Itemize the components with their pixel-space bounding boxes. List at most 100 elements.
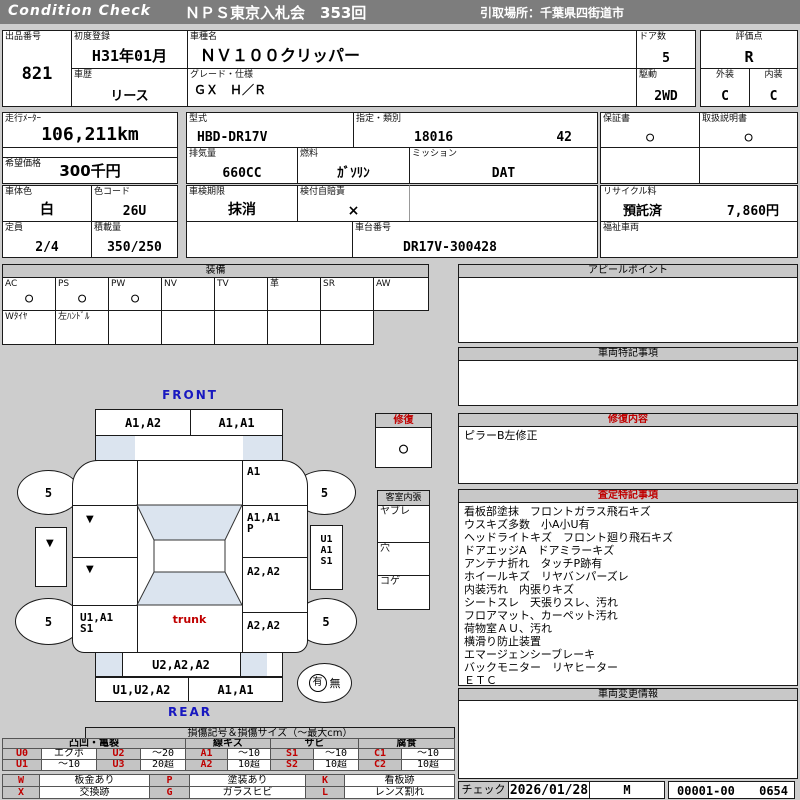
color-code-value: 26U — [92, 204, 177, 219]
front-glass-corner-right — [243, 436, 282, 460]
lot-number-cell: 出品番号 821 — [2, 30, 72, 107]
score-value: R — [701, 48, 797, 66]
interior-grade-label: 内装 — [750, 70, 797, 80]
grade-value: ＧＸ Ｈ／Ｒ — [194, 81, 636, 98]
first-registration-cell: 初度登録 H31年01月 — [71, 30, 188, 69]
legend-desc-cell: ガラスヒビ — [189, 786, 306, 799]
manual-label: 取扱説明書 — [702, 114, 747, 124]
equipment-title: 装備 — [2, 264, 429, 278]
equipment2-label: 左ﾊﾝﾄﾞﾙ — [58, 312, 90, 322]
recycle-fee: 7,860円 — [727, 200, 779, 219]
warranty-label: 保証書 — [603, 114, 630, 124]
trunk-label: trunk — [137, 614, 242, 625]
check-label-cell: チェック — [458, 781, 509, 799]
rear-bumper-right-code: A1,A1 — [188, 677, 283, 702]
front-glass-corner-left — [96, 436, 135, 460]
recycle-label: リサイクル料 — [603, 187, 657, 197]
vin-value: DR17V-300428 — [403, 240, 597, 255]
inspection-cell: 車検期限 抹消 — [186, 185, 298, 222]
spare-tire-yes: 有 — [309, 674, 327, 692]
color-code-cell: 色コード 26U — [91, 185, 178, 222]
load-capacity-cell: 積載量 350/250 — [91, 221, 178, 258]
condition-check-sheet: Condition Check ＮＰＳ東京入札会 353回 引取場所：千葉県四街… — [0, 0, 800, 800]
header-bar: Condition Check ＮＰＳ東京入札会 353回 引取場所：千葉県四街… — [0, 0, 800, 24]
legend-size-cell: 10超 — [401, 759, 455, 771]
equipment2-cell — [108, 310, 162, 345]
equipment2-cell — [161, 310, 215, 345]
transmission-label: ミッション — [412, 149, 457, 159]
legend-size-cell: 20超 — [140, 759, 186, 771]
rear-bumper-left-code: U1,U2,A2 — [95, 677, 188, 702]
cabin-interior-title: 客室内張 — [377, 490, 430, 506]
doors-label: ドア数 — [639, 32, 666, 42]
model-name-value: ＮＶ１００クリッパー — [200, 42, 636, 66]
welfare-label: 福祉車両 — [603, 223, 639, 233]
cabin-interior-cell-tear: ヤブレ — [377, 505, 430, 543]
rear-glass-corner-right — [240, 653, 267, 676]
brand-logo: Condition Check — [8, 3, 151, 19]
equipment-label: AW — [376, 279, 391, 289]
inspection-label: 車検期限 — [189, 187, 225, 197]
vehicle-notes-body — [458, 360, 798, 406]
history-label: 車歴 — [74, 70, 92, 80]
fuel-label: 燃料 — [300, 149, 318, 159]
grade-cell: グレード・仕様 ＧＸ Ｈ／Ｒ — [187, 68, 637, 107]
warranty-value: ○ — [601, 130, 699, 145]
fuel-cell: 燃料 ｶﾞｿﾘﾝ — [297, 147, 410, 184]
equipment-label: AC — [5, 279, 17, 289]
row-c-blank-cell — [409, 185, 598, 222]
right-step-code: S1 — [311, 556, 342, 567]
exterior-grade-value: C — [701, 89, 749, 104]
score-label: 評価点 — [701, 32, 797, 42]
grade-label: グレード・仕様 — [190, 70, 253, 80]
capacity-cell: 定員 2/4 — [2, 221, 92, 258]
appeal-body — [458, 277, 798, 343]
equipment-label: 革 — [270, 279, 279, 289]
equipment2-cell — [320, 310, 374, 345]
repair-content-body: ピラーB左修正 — [458, 426, 798, 484]
warranty-cell: 保証書 ○ — [600, 112, 700, 148]
legend-desc-cell: 交換跡 — [39, 786, 150, 799]
fuel-value: ｶﾞｿﾘﾝ — [298, 162, 409, 181]
legend-code-cell: S2 — [270, 759, 314, 771]
legend-code-cell: C2 — [358, 759, 402, 771]
equipment-label: SR — [323, 279, 335, 289]
interior-grade-cell: 内装 C — [749, 68, 798, 107]
right-front-door-code: A1,A1 P — [247, 512, 280, 534]
cabin-interior-label: コゲ — [380, 577, 400, 587]
insurance-cell: 検付自賠責 × — [297, 185, 410, 222]
cowl-right-code: A1 — [247, 466, 260, 477]
tire-front-left: 5 — [17, 470, 80, 515]
legend-size-cell: 10超 — [313, 759, 359, 771]
color-code-label: 色コード — [94, 187, 130, 197]
manual-cell: 取扱説明書 ○ — [699, 112, 798, 148]
lot-number-value: 821 — [3, 64, 71, 84]
repair-content-title: 修復内容 — [458, 413, 798, 427]
right-step-code: U1 — [311, 534, 342, 545]
auction-title: ＮＰＳ東京入札会 353回 — [185, 2, 366, 23]
model-code-cell: 型式 HBD-DR17V — [186, 112, 354, 148]
rear-label: REAR — [72, 705, 308, 719]
model-code-value: HBD-DR17V — [197, 130, 353, 145]
check-date-cell: 2026/01/28 — [508, 781, 590, 799]
legend-code-cell: L — [305, 786, 345, 799]
page-number: 0654 — [759, 784, 788, 798]
manual-value: ○ — [700, 130, 797, 145]
drive-label: 駆動 — [639, 70, 657, 80]
displacement-label: 排気量 — [189, 149, 216, 159]
equipment2-cell: 左ﾊﾝﾄﾞﾙ — [55, 310, 109, 345]
bonnet-left-code: A1,A2 — [95, 409, 191, 436]
equipment-cell-pw: PW ○ — [108, 277, 162, 311]
spare-tire-ellipse: 有 無 — [297, 663, 352, 703]
equipment-cell-leather: 革 — [267, 277, 321, 311]
interior-grade-value: C — [750, 89, 797, 104]
transmission-cell: ミッション DAT — [409, 147, 598, 184]
score-cell: 評価点 R — [700, 30, 798, 69]
exterior-grade-label: 外装 — [701, 70, 749, 80]
class-cell: 指定・類別 18016 42 — [353, 112, 598, 148]
cabin-interior-label: ヤブレ — [380, 507, 410, 517]
doc-number-cell: 00001-00 0654 — [668, 781, 795, 799]
rear-glass-corner-left — [96, 653, 122, 676]
assessment-title: 査定特記事項 — [458, 489, 798, 503]
price-cell: 希望価格 300千円 — [2, 157, 178, 184]
